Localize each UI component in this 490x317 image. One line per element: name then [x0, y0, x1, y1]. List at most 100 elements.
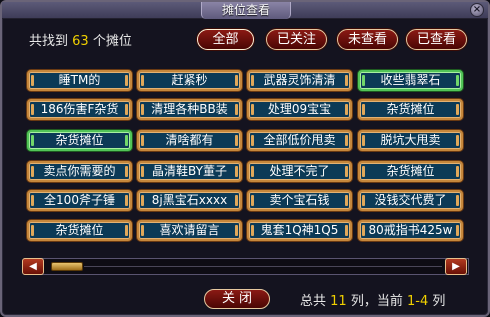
scroll-right-icon[interactable]: ▶ — [445, 258, 467, 275]
stall-name: 没钱交代费了 — [374, 193, 447, 207]
filter-all-button[interactable]: 全部 — [197, 29, 254, 50]
stall-button[interactable]: 卖个宝石钱 — [247, 190, 352, 211]
window-title: 摊位查看 — [201, 2, 291, 19]
scroll-thumb[interactable] — [51, 262, 83, 271]
scroll-left-icon[interactable]: ◀ — [22, 258, 44, 275]
close-button[interactable]: 关闭 — [204, 289, 270, 309]
filter-unviewed-button[interactable]: 未查看 — [337, 29, 398, 50]
stall-button[interactable]: 80戒指书425w — [358, 220, 463, 241]
stall-button[interactable]: 喜欢请留言 — [137, 220, 242, 241]
stall-name: 全100斧子锤 — [44, 193, 115, 207]
stall-button[interactable]: 武器灵饰清清 — [247, 70, 352, 91]
stall-cap-left — [141, 104, 144, 115]
stall-cap-left — [141, 166, 144, 177]
stall-cap-right — [456, 75, 459, 86]
stall-name: 收些翡翠石 — [380, 73, 441, 87]
stall-cap-left — [362, 166, 365, 177]
stall-cap-left — [251, 225, 254, 236]
filter-viewed-button[interactable]: 已查看 — [406, 29, 467, 50]
stall-button[interactable]: 没钱交代费了 — [358, 190, 463, 211]
stall-name: 80戒指书425w — [368, 223, 453, 237]
stall-cap-left — [251, 75, 254, 86]
stall-name: 鬼套1Q神1Q5 — [260, 223, 339, 237]
stall-cap-right — [235, 104, 238, 115]
stall-button[interactable]: 8j黑宝石xxxx — [137, 190, 242, 211]
total-suffix: 列，当前 — [350, 294, 403, 309]
stall-button[interactable]: 收些翡翠石 — [358, 70, 463, 91]
stall-cap-right — [235, 195, 238, 206]
stall-cap-left — [31, 75, 34, 86]
stall-cap-right — [125, 75, 128, 86]
total-prefix: 总共 — [300, 294, 327, 309]
stall-name: 赶紧秒 — [171, 73, 208, 87]
count-suffix: 个摊位 — [92, 34, 132, 49]
stall-name: 杂货摊位 — [386, 164, 435, 178]
stall-cap-right — [345, 195, 348, 206]
stall-button[interactable]: 杂货摊位 — [27, 220, 132, 241]
stall-button[interactable]: 全100斧子锤 — [27, 190, 132, 211]
scroll-track-line — [84, 266, 442, 267]
stall-button[interactable]: 处理不完了 — [247, 161, 352, 182]
stall-name: 8j黑宝石xxxx — [151, 193, 228, 207]
stall-cap-left — [362, 75, 365, 86]
stall-button[interactable]: 睡TM的 — [27, 70, 132, 91]
stall-button[interactable]: 脱坑大甩卖 — [358, 130, 463, 151]
stall-cap-right — [125, 195, 128, 206]
stall-button[interactable]: 杂货摊位 — [27, 130, 132, 151]
stall-cap-left — [31, 225, 34, 236]
stall-cap-right — [456, 225, 459, 236]
stall-cap-right — [345, 104, 348, 115]
stall-cap-right — [125, 135, 128, 146]
stall-cap-left — [362, 225, 365, 236]
stall-cap-left — [141, 75, 144, 86]
stall-name: 武器灵饰清清 — [263, 73, 336, 87]
stall-name: 处理09宝宝 — [267, 102, 332, 116]
stall-cap-right — [345, 225, 348, 236]
stall-cap-right — [456, 195, 459, 206]
stall-name: 晶清鞋BY董子 — [152, 164, 227, 178]
stall-name: 杂货摊位 — [386, 102, 435, 116]
close-icon[interactable]: × — [470, 3, 484, 17]
stall-name: 睡TM的 — [58, 73, 101, 87]
stall-name: 卖点你需要的 — [43, 164, 116, 178]
stall-name: 186伤害F杂货 — [40, 102, 119, 116]
stall-name: 脱坑大甩卖 — [380, 133, 441, 147]
stall-cap-right — [125, 166, 128, 177]
count-prefix: 共找到 — [29, 34, 69, 49]
stall-name: 清啥都有 — [165, 133, 214, 147]
stall-name: 处理不完了 — [269, 164, 330, 178]
stall-button[interactable]: 清理各种BB装 — [137, 99, 242, 120]
stall-cap-right — [235, 75, 238, 86]
stall-cap-left — [251, 195, 254, 206]
stall-button[interactable]: 186伤害F杂货 — [27, 99, 132, 120]
stall-button[interactable]: 鬼套1Q神1Q5 — [247, 220, 352, 241]
title-bar[interactable]: 摊位查看 × — [2, 2, 488, 19]
stall-cap-right — [125, 104, 128, 115]
stall-cap-right — [235, 225, 238, 236]
stall-button[interactable]: 晶清鞋BY董子 — [137, 161, 242, 182]
filter-followed-button[interactable]: 已关注 — [266, 29, 327, 50]
stall-name: 杂货摊位 — [55, 133, 104, 147]
stall-cap-right — [235, 166, 238, 177]
stall-name: 杂货摊位 — [55, 223, 104, 237]
stall-button[interactable]: 卖点你需要的 — [27, 161, 132, 182]
stall-button[interactable]: 处理09宝宝 — [247, 99, 352, 120]
stall-cap-right — [345, 135, 348, 146]
stall-button[interactable]: 清啥都有 — [137, 130, 242, 151]
stall-cap-left — [362, 195, 365, 206]
stall-cap-left — [251, 135, 254, 146]
stall-cap-left — [31, 166, 34, 177]
page-info: 总共 11 列，当前 1-4 列 — [300, 290, 445, 309]
stall-button[interactable]: 杂货摊位 — [358, 99, 463, 120]
stall-button[interactable]: 全部低价甩卖 — [247, 130, 352, 151]
stall-cap-left — [31, 104, 34, 115]
stall-button[interactable]: 杂货摊位 — [358, 161, 463, 182]
stall-cap-left — [362, 135, 365, 146]
stall-name: 卖个宝石钱 — [269, 193, 330, 207]
stall-cap-left — [251, 104, 254, 115]
stall-button[interactable]: 赶紧秒 — [137, 70, 242, 91]
stall-cap-left — [141, 225, 144, 236]
current-suffix: 列 — [432, 294, 446, 309]
stall-cap-right — [125, 225, 128, 236]
stall-cap-left — [31, 135, 34, 146]
